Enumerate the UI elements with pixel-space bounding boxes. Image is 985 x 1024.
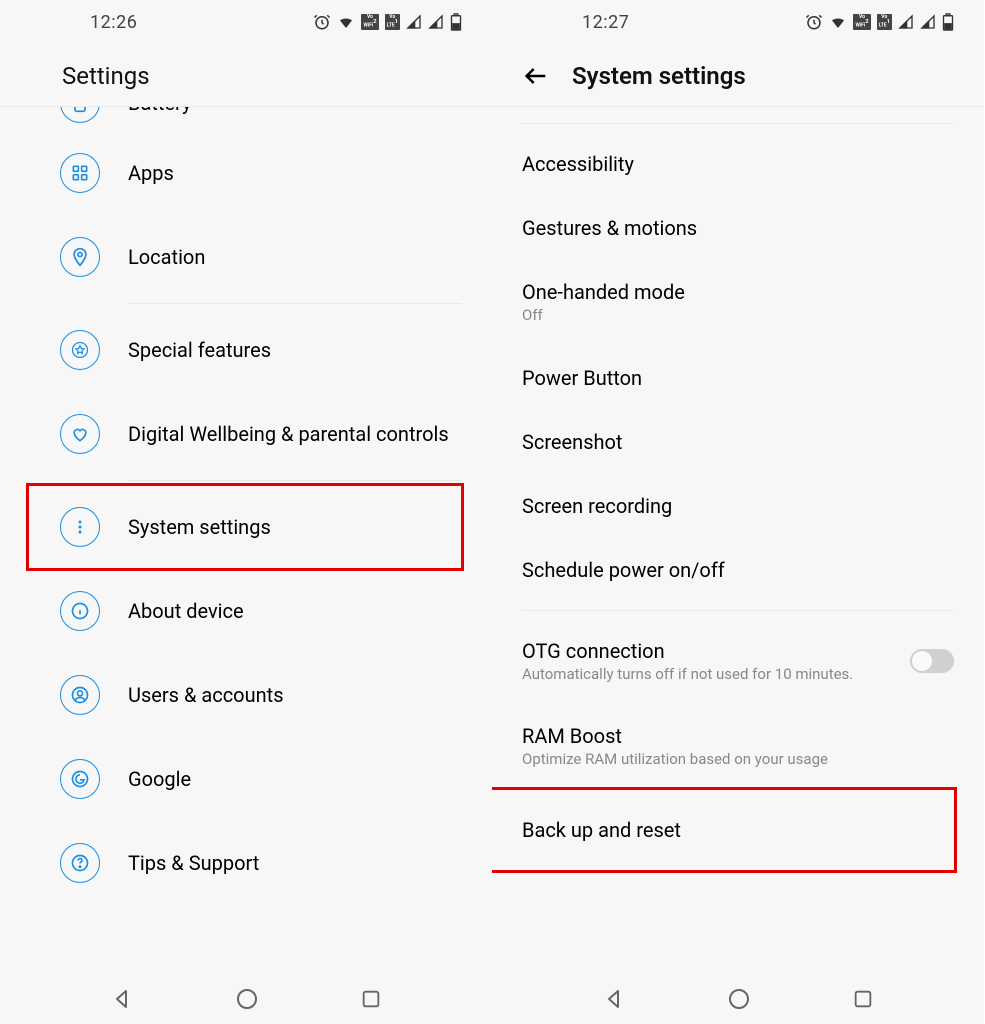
row-label: One-handed mode bbox=[522, 280, 954, 304]
settings-row-special[interactable]: Special features bbox=[0, 308, 492, 392]
header-settings: Settings bbox=[0, 44, 492, 107]
apps-icon bbox=[60, 153, 100, 193]
row-sub: Automatically turns off if not used for … bbox=[522, 665, 910, 685]
row-otg[interactable]: OTG connection Automatically turns off i… bbox=[492, 619, 984, 705]
signal-icon-2 bbox=[920, 14, 936, 30]
row-one-handed[interactable]: One-handed mode Off bbox=[492, 260, 984, 346]
divider bbox=[128, 480, 462, 481]
star-icon bbox=[60, 330, 100, 370]
nav-bar bbox=[492, 974, 984, 1024]
row-backup-reset[interactable]: Back up and reset bbox=[492, 790, 954, 870]
location-icon bbox=[60, 237, 100, 277]
info-icon bbox=[60, 591, 100, 631]
settings-row-battery[interactable]: Battery bbox=[0, 107, 492, 131]
phone-left: 12:26 VoWiFi2 VoLTE1 Settings Battery bbox=[0, 0, 492, 1024]
row-label: RAM Boost bbox=[522, 724, 954, 748]
row-sub: Off bbox=[522, 306, 954, 326]
row-ram-boost[interactable]: RAM Boost Optimize RAM utilization based… bbox=[492, 704, 984, 790]
volte-badge: VoLTE1 bbox=[877, 14, 892, 29]
nav-recent-icon[interactable] bbox=[360, 988, 382, 1010]
nav-recent-icon[interactable] bbox=[852, 988, 874, 1010]
status-icons: VoWiFi2 VoLTE1 bbox=[805, 13, 954, 31]
row-label: About device bbox=[128, 598, 462, 625]
user-icon bbox=[60, 675, 100, 715]
row-label: Users & accounts bbox=[128, 682, 462, 709]
row-screen-recording[interactable]: Screen recording bbox=[492, 474, 984, 538]
header-title: System settings bbox=[572, 62, 746, 90]
status-bar: 12:27 VoWiFi2 VoLTE1 bbox=[492, 0, 984, 44]
row-label: Special features bbox=[128, 337, 462, 364]
divider bbox=[128, 303, 462, 304]
nav-back-icon[interactable] bbox=[602, 987, 626, 1011]
signal-icon-2 bbox=[428, 14, 444, 30]
wifi-icon bbox=[829, 13, 847, 31]
row-label: Schedule power on/off bbox=[522, 558, 954, 582]
row-label: Power Button bbox=[522, 366, 954, 390]
row-gestures[interactable]: Gestures & motions bbox=[492, 196, 984, 260]
row-label: Tips & Support bbox=[128, 850, 462, 877]
row-label: Digital Wellbeing & parental controls bbox=[128, 421, 462, 448]
header-system-settings: System settings bbox=[492, 44, 984, 107]
row-label: Location bbox=[128, 244, 462, 271]
volte-badge: VoLTE1 bbox=[385, 14, 400, 29]
row-label: Apps bbox=[128, 160, 462, 187]
row-power-button[interactable]: Power Button bbox=[492, 346, 984, 410]
back-arrow-icon[interactable] bbox=[522, 62, 550, 90]
row-label: System settings bbox=[128, 514, 432, 541]
battery-icon bbox=[942, 13, 954, 31]
status-time: 12:27 bbox=[582, 12, 629, 33]
row-label: Google bbox=[128, 766, 462, 793]
alarm-icon bbox=[313, 13, 331, 31]
divider bbox=[522, 610, 954, 611]
more-vertical-icon bbox=[60, 507, 100, 547]
settings-row-location[interactable]: Location bbox=[0, 215, 492, 299]
heart-icon bbox=[60, 414, 100, 454]
row-label: Back up and reset bbox=[522, 818, 924, 842]
row-label: Screen recording bbox=[522, 494, 954, 518]
settings-row-wellbeing[interactable]: Digital Wellbeing & parental controls bbox=[0, 392, 492, 476]
google-icon bbox=[60, 759, 100, 799]
system-settings-scroll[interactable]: Accessibility Gestures & motions One-han… bbox=[492, 107, 984, 974]
signal-icon-1 bbox=[898, 14, 914, 30]
row-label: OTG connection bbox=[522, 639, 910, 663]
row-schedule-power[interactable]: Schedule power on/off bbox=[492, 538, 984, 602]
row-label: Accessibility bbox=[522, 152, 954, 176]
signal-icon-1 bbox=[406, 14, 422, 30]
divider bbox=[522, 123, 954, 124]
row-accessibility[interactable]: Accessibility bbox=[492, 132, 984, 196]
otg-toggle[interactable] bbox=[910, 649, 954, 673]
settings-row-apps[interactable]: Apps bbox=[0, 131, 492, 215]
nav-home-icon[interactable] bbox=[235, 987, 259, 1011]
row-sub: Optimize RAM utilization based on your u… bbox=[522, 750, 954, 770]
status-time: 12:26 bbox=[90, 12, 137, 33]
settings-row-system[interactable]: System settings bbox=[28, 485, 462, 569]
vowifi-badge: VoWiFi2 bbox=[853, 14, 870, 29]
row-label: Gestures & motions bbox=[522, 216, 954, 240]
alarm-icon bbox=[805, 13, 823, 31]
status-icons: VoWiFi2 VoLTE1 bbox=[313, 13, 462, 31]
vowifi-badge: VoWiFi2 bbox=[361, 14, 378, 29]
settings-row-about[interactable]: About device bbox=[0, 569, 492, 653]
nav-back-icon[interactable] bbox=[110, 987, 134, 1011]
header-title: Settings bbox=[62, 62, 150, 90]
wifi-icon bbox=[337, 13, 355, 31]
row-label: Screenshot bbox=[522, 430, 954, 454]
nav-home-icon[interactable] bbox=[727, 987, 751, 1011]
status-bar: 12:26 VoWiFi2 VoLTE1 bbox=[0, 0, 492, 44]
settings-row-tips[interactable]: Tips & Support bbox=[0, 821, 492, 905]
phone-right: 12:27 VoWiFi2 VoLTE1 System settings Acc… bbox=[492, 0, 984, 1024]
settings-row-google[interactable]: Google bbox=[0, 737, 492, 821]
row-label: Battery bbox=[128, 107, 462, 117]
nav-bar bbox=[0, 974, 492, 1024]
row-screenshot[interactable]: Screenshot bbox=[492, 410, 984, 474]
battery-icon bbox=[450, 13, 462, 31]
help-icon bbox=[60, 843, 100, 883]
settings-row-users[interactable]: Users & accounts bbox=[0, 653, 492, 737]
settings-scroll[interactable]: Battery Apps Location Special featur bbox=[0, 107, 492, 974]
battery-circle-icon bbox=[60, 107, 100, 123]
